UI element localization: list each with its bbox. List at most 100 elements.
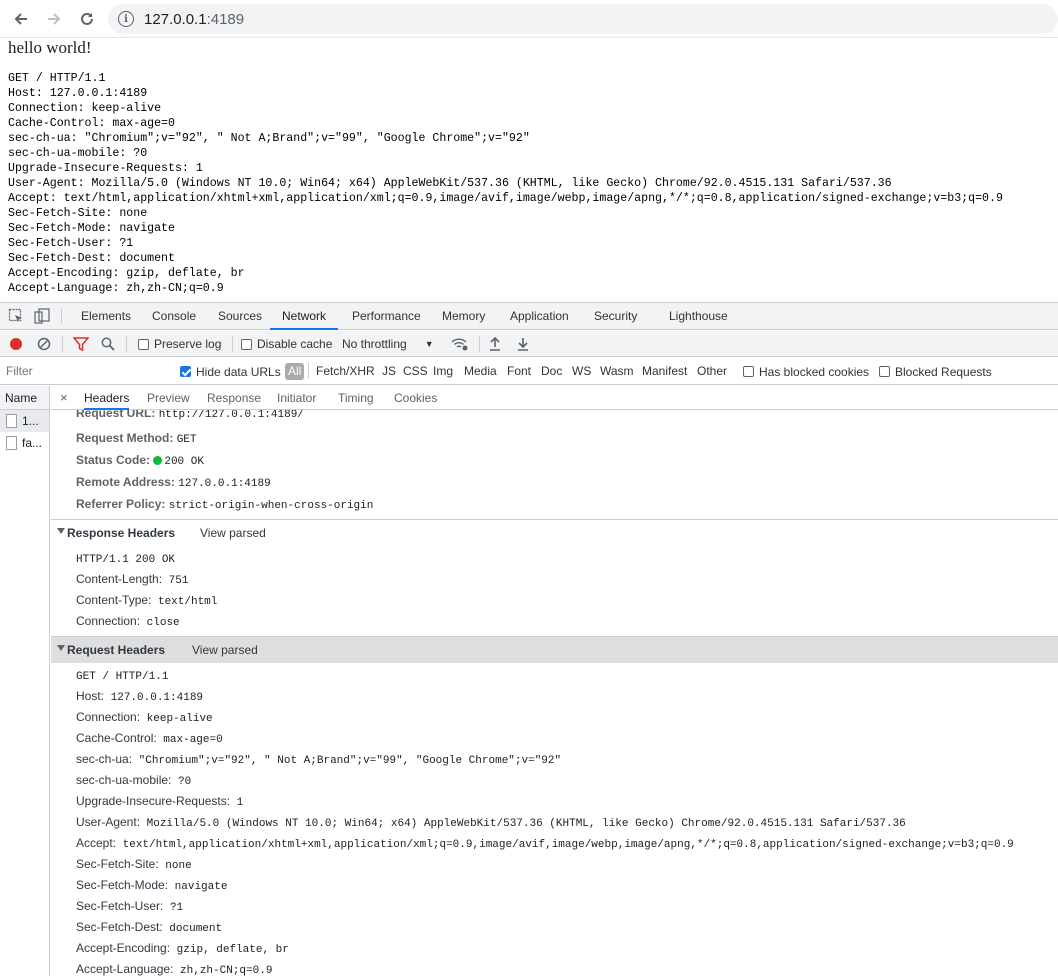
header-line: Accept-Encoding: gzip, deflate, br — [76, 941, 289, 956]
filter-type-other[interactable]: Other — [697, 358, 727, 385]
header-line: Content-Type: text/html — [76, 593, 218, 608]
has-blocked-cookies-label: Has blocked cookies — [759, 364, 870, 379]
tab-sources[interactable]: Sources — [216, 303, 264, 330]
forward-arrow-icon[interactable] — [43, 8, 65, 30]
hide-data-urls-checkbox[interactable]: Hide data URLs — [180, 358, 281, 385]
device-toolbar-icon[interactable] — [34, 308, 50, 324]
tab-console[interactable]: Console — [150, 303, 198, 330]
tab-network[interactable]: Network — [270, 303, 339, 330]
checkbox-icon[interactable] — [241, 338, 252, 350]
view-parsed-link[interactable]: View parsed — [192, 637, 258, 664]
tab-security[interactable]: Security — [592, 303, 639, 330]
tab-application[interactable]: Application — [508, 303, 571, 330]
request-name-column: Name 1... fa... — [0, 386, 50, 976]
request-detail-pane: × Headers Preview Response Initiator Tim… — [51, 386, 1058, 976]
browser-toolbar: i 127.0.0.1:4189 — [0, 0, 1058, 38]
header-line: Sec-Fetch-Mode: navigate — [76, 878, 228, 893]
filter-type-font[interactable]: Font — [507, 358, 531, 385]
blocked-requests-checkbox[interactable]: Blocked Requests — [879, 358, 992, 385]
raw-request-line: sec-ch-ua-mobile: ?0 — [8, 147, 148, 160]
site-info-icon[interactable]: i — [118, 11, 134, 27]
header-line: Upgrade-Insecure-Requests: 1 — [76, 794, 244, 809]
general-request-method: Request Method: GET — [76, 431, 197, 446]
export-har-icon[interactable] — [517, 331, 529, 357]
tab-lighthouse[interactable]: Lighthouse — [667, 303, 730, 330]
document-icon — [6, 436, 17, 450]
checkbox-icon[interactable] — [138, 338, 149, 350]
request-row[interactable]: 1... — [0, 410, 49, 432]
filter-type-js[interactable]: JS — [382, 358, 396, 385]
divider — [126, 336, 127, 352]
request-row[interactable]: fa... — [0, 432, 49, 454]
divider — [62, 336, 63, 352]
tab-initiator[interactable]: Initiator — [277, 386, 316, 410]
raw-request-line: Sec-Fetch-Dest: document — [8, 252, 175, 265]
header-line: sec-ch-ua: "Chromium";v="92", " Not A;Br… — [76, 752, 562, 767]
search-icon[interactable] — [101, 331, 115, 357]
filter-type-media[interactable]: Media — [464, 358, 497, 385]
reload-icon[interactable] — [76, 8, 98, 30]
header-line: Accept-Language: zh,zh-CN;q=0.9 — [76, 962, 273, 976]
filter-type-ws[interactable]: WS — [572, 358, 591, 385]
raw-request-line: Upgrade-Insecure-Requests: 1 — [8, 162, 203, 175]
throttling-select[interactable]: No throttling ▼ — [342, 331, 434, 357]
has-blocked-cookies-checkbox[interactable]: Has blocked cookies — [743, 358, 869, 385]
raw-request-text: GET / HTTP/1.1 Host: 127.0.0.1:4189 Connec… — [8, 71, 1003, 296]
name-column-header[interactable]: Name — [0, 386, 49, 410]
tab-preview[interactable]: Preview — [147, 386, 190, 410]
filter-type-css[interactable]: CSS — [403, 358, 428, 385]
request-headers-section[interactable]: Request Headers View parsed — [51, 636, 1058, 663]
filter-type-wasm[interactable]: Wasm — [600, 358, 634, 385]
filter-type-manifest[interactable]: Manifest — [642, 358, 687, 385]
hide-data-urls-label: Hide data URLs — [196, 364, 281, 379]
checkbox-icon[interactable] — [879, 366, 890, 377]
tab-memory[interactable]: Memory — [440, 303, 487, 330]
section-title: Response Headers — [67, 526, 176, 540]
preserve-log-label: Preserve log — [154, 337, 222, 351]
tab-headers[interactable]: Headers — [84, 386, 130, 410]
filter-type-fetch-xhr[interactable]: Fetch/XHR — [316, 358, 375, 385]
devtools-panel: Elements Console Sources Network Perform… — [0, 302, 1058, 976]
address-bar[interactable]: i 127.0.0.1:4189 — [108, 4, 1058, 34]
tab-elements[interactable]: Elements — [79, 303, 133, 330]
disable-cache-checkbox[interactable]: Disable cache — [241, 331, 332, 357]
raw-request-line: User-Agent: Mozilla/5.0 (Windows NT 10.0… — [8, 177, 892, 190]
filter-type-all[interactable]: All — [285, 363, 305, 380]
import-har-icon[interactable] — [489, 331, 501, 357]
close-icon[interactable]: × — [60, 386, 68, 410]
headers-content: Request URL: http://127.0.0.1:4189/ Requ… — [51, 406, 1058, 976]
tab-response[interactable]: Response — [207, 386, 261, 410]
raw-request-line: sec-ch-ua: "Chromium";v="92", " Not A;Br… — [8, 132, 530, 145]
filter-icon[interactable] — [73, 331, 89, 357]
raw-request-line: Accept: text/html,application/xhtml+xml,… — [8, 192, 1003, 205]
record-icon[interactable] — [9, 331, 23, 357]
divider — [61, 308, 62, 324]
response-headers-section[interactable]: Response Headers View parsed — [51, 519, 1058, 546]
tab-cookies[interactable]: Cookies — [394, 386, 437, 410]
filter-input[interactable] — [0, 360, 168, 382]
checkbox-icon[interactable] — [743, 366, 754, 377]
expand-triangle-icon[interactable] — [57, 528, 65, 534]
dropdown-arrow-icon: ▼ — [424, 339, 434, 349]
filter-type-doc[interactable]: Doc — [541, 358, 562, 385]
tab-timing[interactable]: Timing — [338, 386, 374, 410]
tab-performance[interactable]: Performance — [350, 303, 423, 330]
page-content: hello world! GET / HTTP/1.1 Host: 127.0.0… — [0, 38, 1058, 302]
general-status-code: Status Code: 200 OK — [76, 453, 204, 468]
request-name: fa... — [22, 436, 43, 450]
inspect-element-icon[interactable] — [8, 308, 24, 324]
document-icon — [6, 414, 17, 428]
back-arrow-icon[interactable] — [10, 8, 32, 30]
raw-request-line: Sec-Fetch-User: ?1 — [8, 237, 134, 250]
view-parsed-link[interactable]: View parsed — [200, 520, 266, 547]
network-conditions-icon[interactable] — [451, 331, 469, 357]
filter-type-img[interactable]: Img — [433, 358, 453, 385]
preserve-log-checkbox[interactable]: Preserve log — [138, 331, 221, 357]
clear-icon[interactable] — [37, 331, 51, 357]
status-ok-icon — [153, 456, 163, 465]
checkbox-icon[interactable] — [180, 366, 191, 377]
expand-triangle-icon[interactable] — [57, 645, 65, 651]
filter-bar: Hide data URLs All Fetch/XHR JS CSS Img … — [0, 358, 1058, 385]
header-line: Accept: text/html,application/xhtml+xml,… — [76, 836, 1014, 851]
devtools-tab-bar: Elements Console Sources Network Perform… — [0, 303, 1058, 330]
